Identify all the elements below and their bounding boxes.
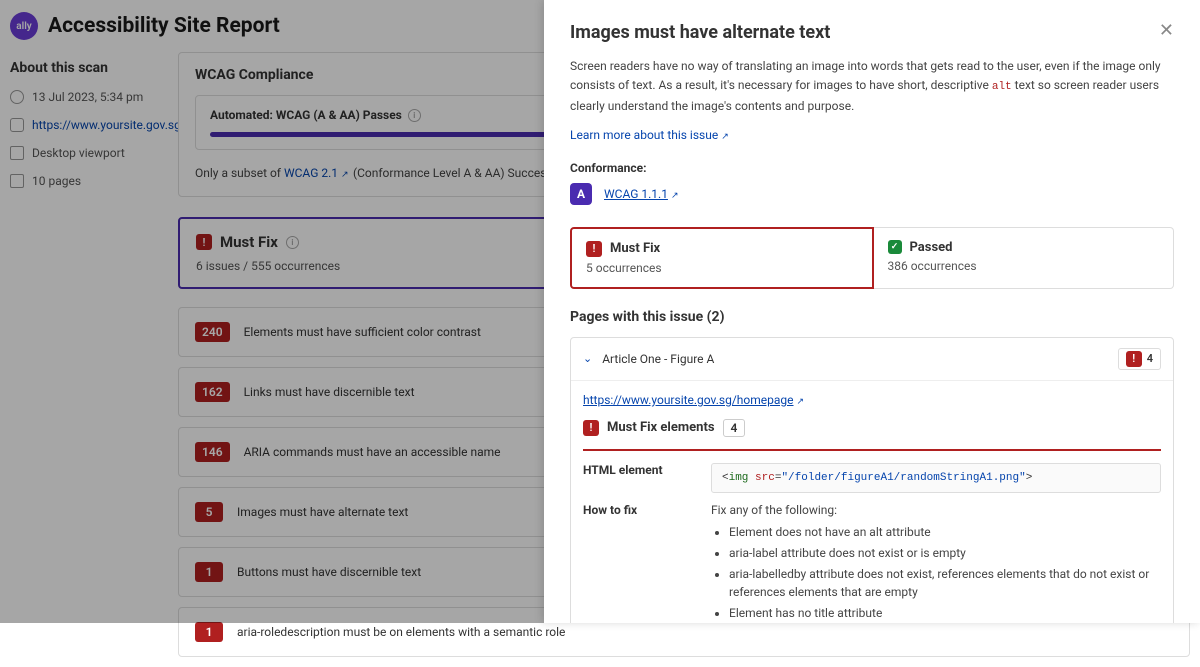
must-fix-badge-icon: ! xyxy=(583,420,599,436)
pages-with-issue-heading: Pages with this issue (2) xyxy=(570,309,1174,325)
count-value: 4 xyxy=(1147,352,1153,365)
tab-mustfix-occ[interactable]: ! Must Fix 5 occurrences xyxy=(570,227,874,289)
chevron-down-icon: ⌄ xyxy=(583,352,592,365)
drawer-title: Images must have alternate text xyxy=(570,22,830,43)
mf-elements-count: 4 xyxy=(723,419,746,437)
accordion-header[interactable]: ⌄ Article One - Figure A ! 4 xyxy=(571,338,1173,381)
must-fix-badge-icon: ! xyxy=(586,241,602,257)
learn-more-link[interactable]: Learn more about this issue xyxy=(570,128,730,142)
external-icon xyxy=(721,128,730,137)
page-name: Article One - Figure A xyxy=(602,352,714,366)
issue-text: aria-roledescription must be on elements… xyxy=(237,625,565,639)
conformance-label: Conformance: xyxy=(570,161,1174,175)
html-element-label: HTML element xyxy=(583,463,691,477)
page-accordion: ⌄ Article One - Figure A ! 4 https://www… xyxy=(570,337,1174,623)
page-url-link[interactable]: https://www.yoursite.gov.sg/homepage xyxy=(571,381,1173,419)
page-issue-count: ! 4 xyxy=(1118,348,1161,370)
close-icon[interactable]: ✕ xyxy=(1159,22,1174,40)
element-block: HTML element <img src="/folder/figureA1/… xyxy=(571,451,1173,623)
drawer-description: Screen readers have no way of translatin… xyxy=(570,57,1174,116)
mf-elements-label: Must Fix elements xyxy=(607,420,715,435)
occurrence-tabs: ! Must Fix 5 occurrences ✓ Passed 386 oc… xyxy=(570,227,1174,289)
conformance-a-badge: A xyxy=(570,183,592,205)
issue-detail-drawer: Images must have alternate text ✕ Screen… xyxy=(544,0,1200,623)
check-icon: ✓ xyxy=(888,240,902,254)
passed-label: Passed xyxy=(910,240,953,255)
fix-item: aria-label attribute does not exist or i… xyxy=(729,544,1161,562)
wcag-ref-link[interactable]: WCAG 1.1.1 xyxy=(604,187,680,201)
mustfix-label: Must Fix xyxy=(610,241,660,256)
fix-item: Element has no title attribute xyxy=(729,604,1161,622)
mustfix-sub: 5 occurrences xyxy=(586,261,858,275)
external-icon xyxy=(671,187,680,196)
fix-intro: Fix any of the following: xyxy=(711,503,1161,517)
external-icon xyxy=(797,393,806,402)
issue-count-badge: 1 xyxy=(195,622,223,642)
fix-list: Fix any of the following: Element does n… xyxy=(711,503,1161,623)
must-fix-badge-icon: ! xyxy=(1126,351,1142,367)
html-element-code: <img src="/folder/figureA1/randomStringA… xyxy=(711,463,1161,493)
how-to-fix-label: How to fix xyxy=(583,503,691,517)
alt-code: alt xyxy=(992,81,1012,93)
fix-item: Element does not have an alt attribute xyxy=(729,523,1161,541)
passed-sub: 386 occurrences xyxy=(888,259,1160,273)
fix-item: aria-labelledby attribute does not exist… xyxy=(729,565,1161,601)
tab-passed-occ[interactable]: ✓ Passed 386 occurrences xyxy=(874,227,1175,289)
